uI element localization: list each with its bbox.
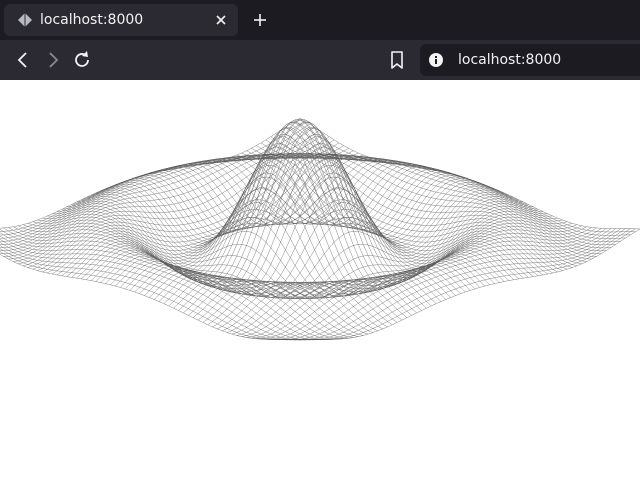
diamond-globe-icon — [18, 13, 32, 27]
mesh-row-line — [0, 133, 325, 245]
mesh-lines — [0, 118, 640, 341]
mesh-row-line — [0, 126, 315, 239]
url-bar[interactable]: localhost:8000 — [420, 44, 640, 76]
page-content — [0, 80, 640, 480]
chevron-right-icon[interactable] — [42, 49, 64, 71]
mesh-column-line — [299, 118, 640, 230]
tab-title: localhost:8000 — [40, 12, 144, 28]
url-text[interactable]: localhost:8000 — [458, 51, 561, 69]
mesh-row-line — [285, 228, 626, 341]
mesh-column-line — [120, 128, 461, 294]
info-icon[interactable] — [428, 52, 444, 68]
mesh-row-line — [295, 228, 636, 340]
navigation-toolbar: localhost:8000 — [0, 40, 640, 80]
mesh-row-line — [139, 128, 480, 294]
tab-strip: localhost:8000 — [0, 0, 640, 40]
bookmark-icon[interactable] — [386, 49, 408, 71]
active-tab[interactable]: localhost:8000 — [4, 4, 238, 36]
chevron-left-icon[interactable] — [12, 49, 34, 71]
mesh-column-line — [0, 245, 315, 341]
mesh-column-line — [0, 239, 325, 341]
mesh-row-line — [275, 228, 617, 341]
reload-icon[interactable] — [71, 49, 93, 71]
close-icon[interactable] — [214, 13, 228, 27]
wireframe-surface — [0, 118, 640, 341]
plus-icon[interactable] — [250, 10, 270, 30]
